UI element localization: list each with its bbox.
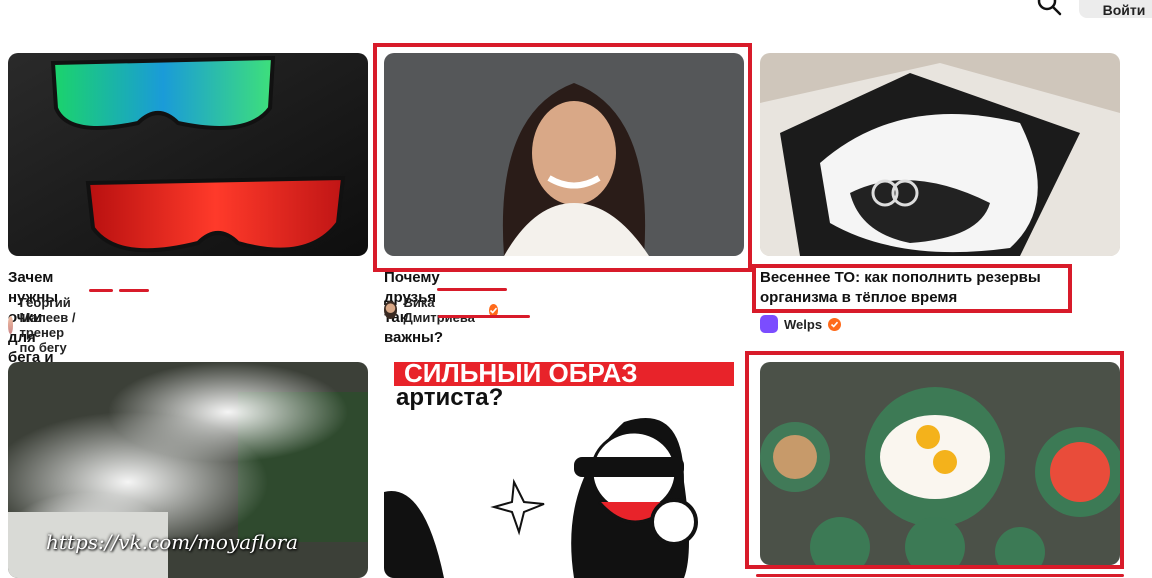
- annotation-underline: [89, 289, 113, 292]
- annotation-underline: [756, 574, 1124, 577]
- image-watermark-text: https://vk.com/moyaflora: [46, 530, 299, 554]
- annotation-box: [745, 351, 1124, 569]
- annotation-box: [373, 43, 752, 272]
- article-image-sneakers[interactable]: [760, 53, 1120, 256]
- article-image-glasses[interactable]: [8, 53, 368, 256]
- article-image-artist[interactable]: СИЛЬНЫЙ ОБРАЗ артиста?: [384, 362, 744, 578]
- author-avatar: [760, 315, 778, 333]
- search-icon[interactable]: [1036, 0, 1062, 16]
- article-author[interactable]: Welps: [760, 315, 842, 333]
- login-button[interactable]: Войти: [1079, 0, 1152, 18]
- annotation-underline: [438, 315, 530, 318]
- author-name: Welps: [784, 316, 823, 332]
- annotation-box: [752, 264, 1072, 313]
- annotation-underline: [119, 289, 149, 292]
- verified-icon: [828, 317, 842, 331]
- article-author[interactable]: Вика Дмитриева: [384, 295, 499, 325]
- author-name: Георгий Малеев / тренер по бегу: [19, 295, 76, 355]
- article-author[interactable]: Георгий Малеев / тренер по бегу: [8, 295, 83, 355]
- author-avatar: [384, 301, 398, 319]
- author-avatar: [8, 316, 14, 334]
- author-name: Вика Дмитриева: [403, 295, 474, 325]
- annotation-underline: [437, 288, 507, 291]
